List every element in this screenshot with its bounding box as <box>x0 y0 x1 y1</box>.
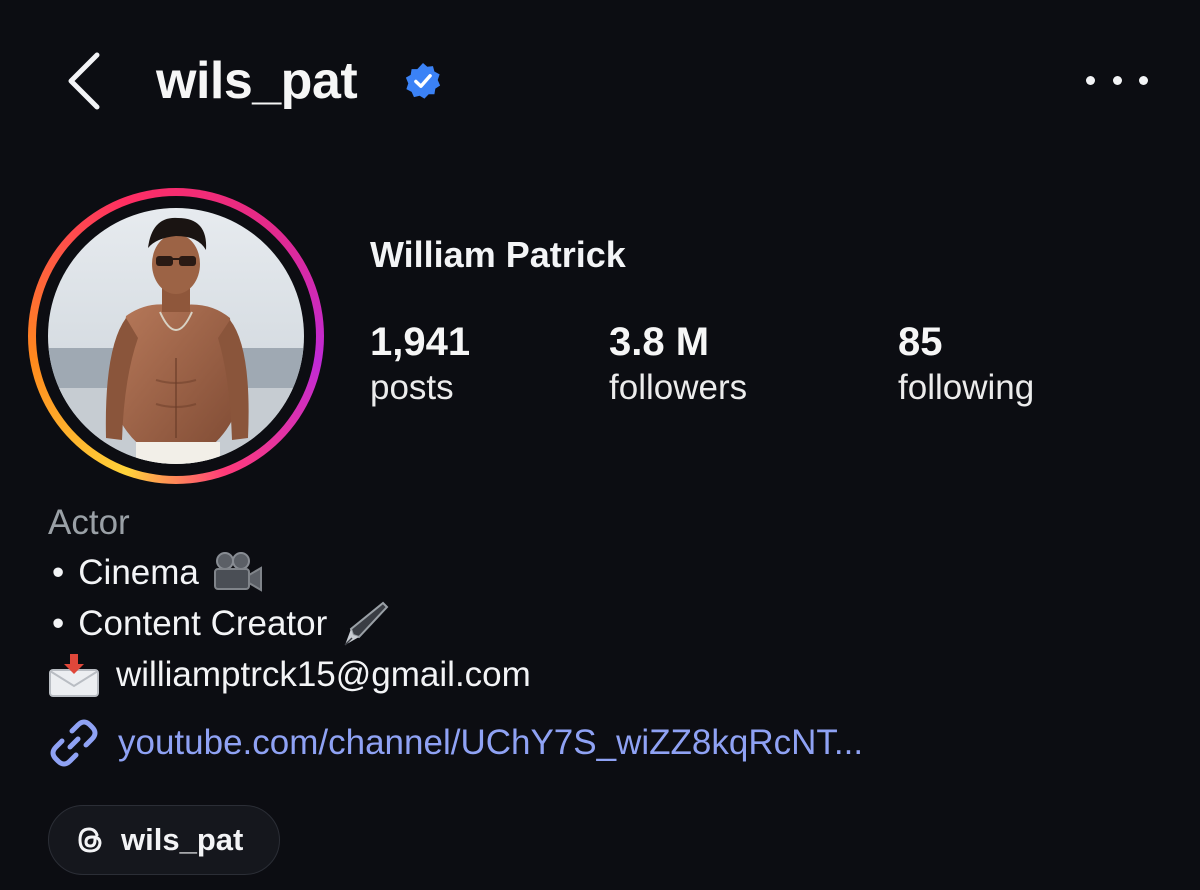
story-ring[interactable] <box>28 188 324 484</box>
display-name: William Patrick <box>370 234 626 275</box>
more-dot <box>1139 75 1148 85</box>
bullet: • <box>52 604 65 643</box>
more-dot <box>1112 75 1122 85</box>
posts-count: 1,941 <box>370 320 471 364</box>
posts-label: posts <box>370 368 454 407</box>
profile-page: wils_pat William Patrick 1,941 posts 3.8… <box>0 0 1200 890</box>
threads-username: wils_pat <box>121 822 244 857</box>
bio-link-url[interactable]: youtube.com/channel/UChY7S_wiZZ8kqRcNT..… <box>118 716 863 770</box>
stat-posts[interactable]: 1,941 posts <box>370 318 470 410</box>
bio-category: Actor <box>48 503 130 542</box>
avatar-photo <box>48 208 304 464</box>
following-label: following <box>898 368 1035 407</box>
bullet: • <box>52 553 65 592</box>
bio-line-content-creator: • Content Creator <box>48 599 389 649</box>
bio-line-cinema: • Cinema <box>48 548 263 598</box>
more-dot <box>1086 75 1095 85</box>
avatar-gap <box>36 196 316 476</box>
link-icon <box>50 719 98 767</box>
threads-badge-button[interactable]: wils_pat <box>48 805 280 875</box>
bio-line-text: Cinema <box>78 553 199 592</box>
avatar <box>48 208 304 464</box>
verified-badge-icon <box>405 62 441 99</box>
back-button[interactable] <box>58 48 108 114</box>
bio-link[interactable]: youtube.com/channel/UChY7S_wiZZ8kqRcNT..… <box>48 716 863 770</box>
stat-followers[interactable]: 3.8 M followers <box>609 318 747 410</box>
bio-email-line: williamptrck15@gmail.com <box>48 650 531 700</box>
bio-line-text: Content Creator <box>78 604 328 643</box>
envelope-with-arrow-icon <box>48 652 100 698</box>
chevron-left-icon <box>68 52 100 110</box>
followers-count: 3.8 M <box>609 320 710 364</box>
profile-username: wils_pat <box>156 52 358 110</box>
fountain-pen-icon <box>339 599 389 649</box>
more-options-button[interactable] <box>1086 60 1148 100</box>
threads-icon <box>73 823 107 857</box>
following-count: 85 <box>898 320 943 364</box>
movie-camera-icon <box>211 551 263 595</box>
bio-email[interactable]: williamptrck15@gmail.com <box>116 650 531 700</box>
stat-following[interactable]: 85 following <box>898 318 1034 410</box>
top-bar: wils_pat <box>0 0 1200 165</box>
followers-label: followers <box>609 368 748 407</box>
